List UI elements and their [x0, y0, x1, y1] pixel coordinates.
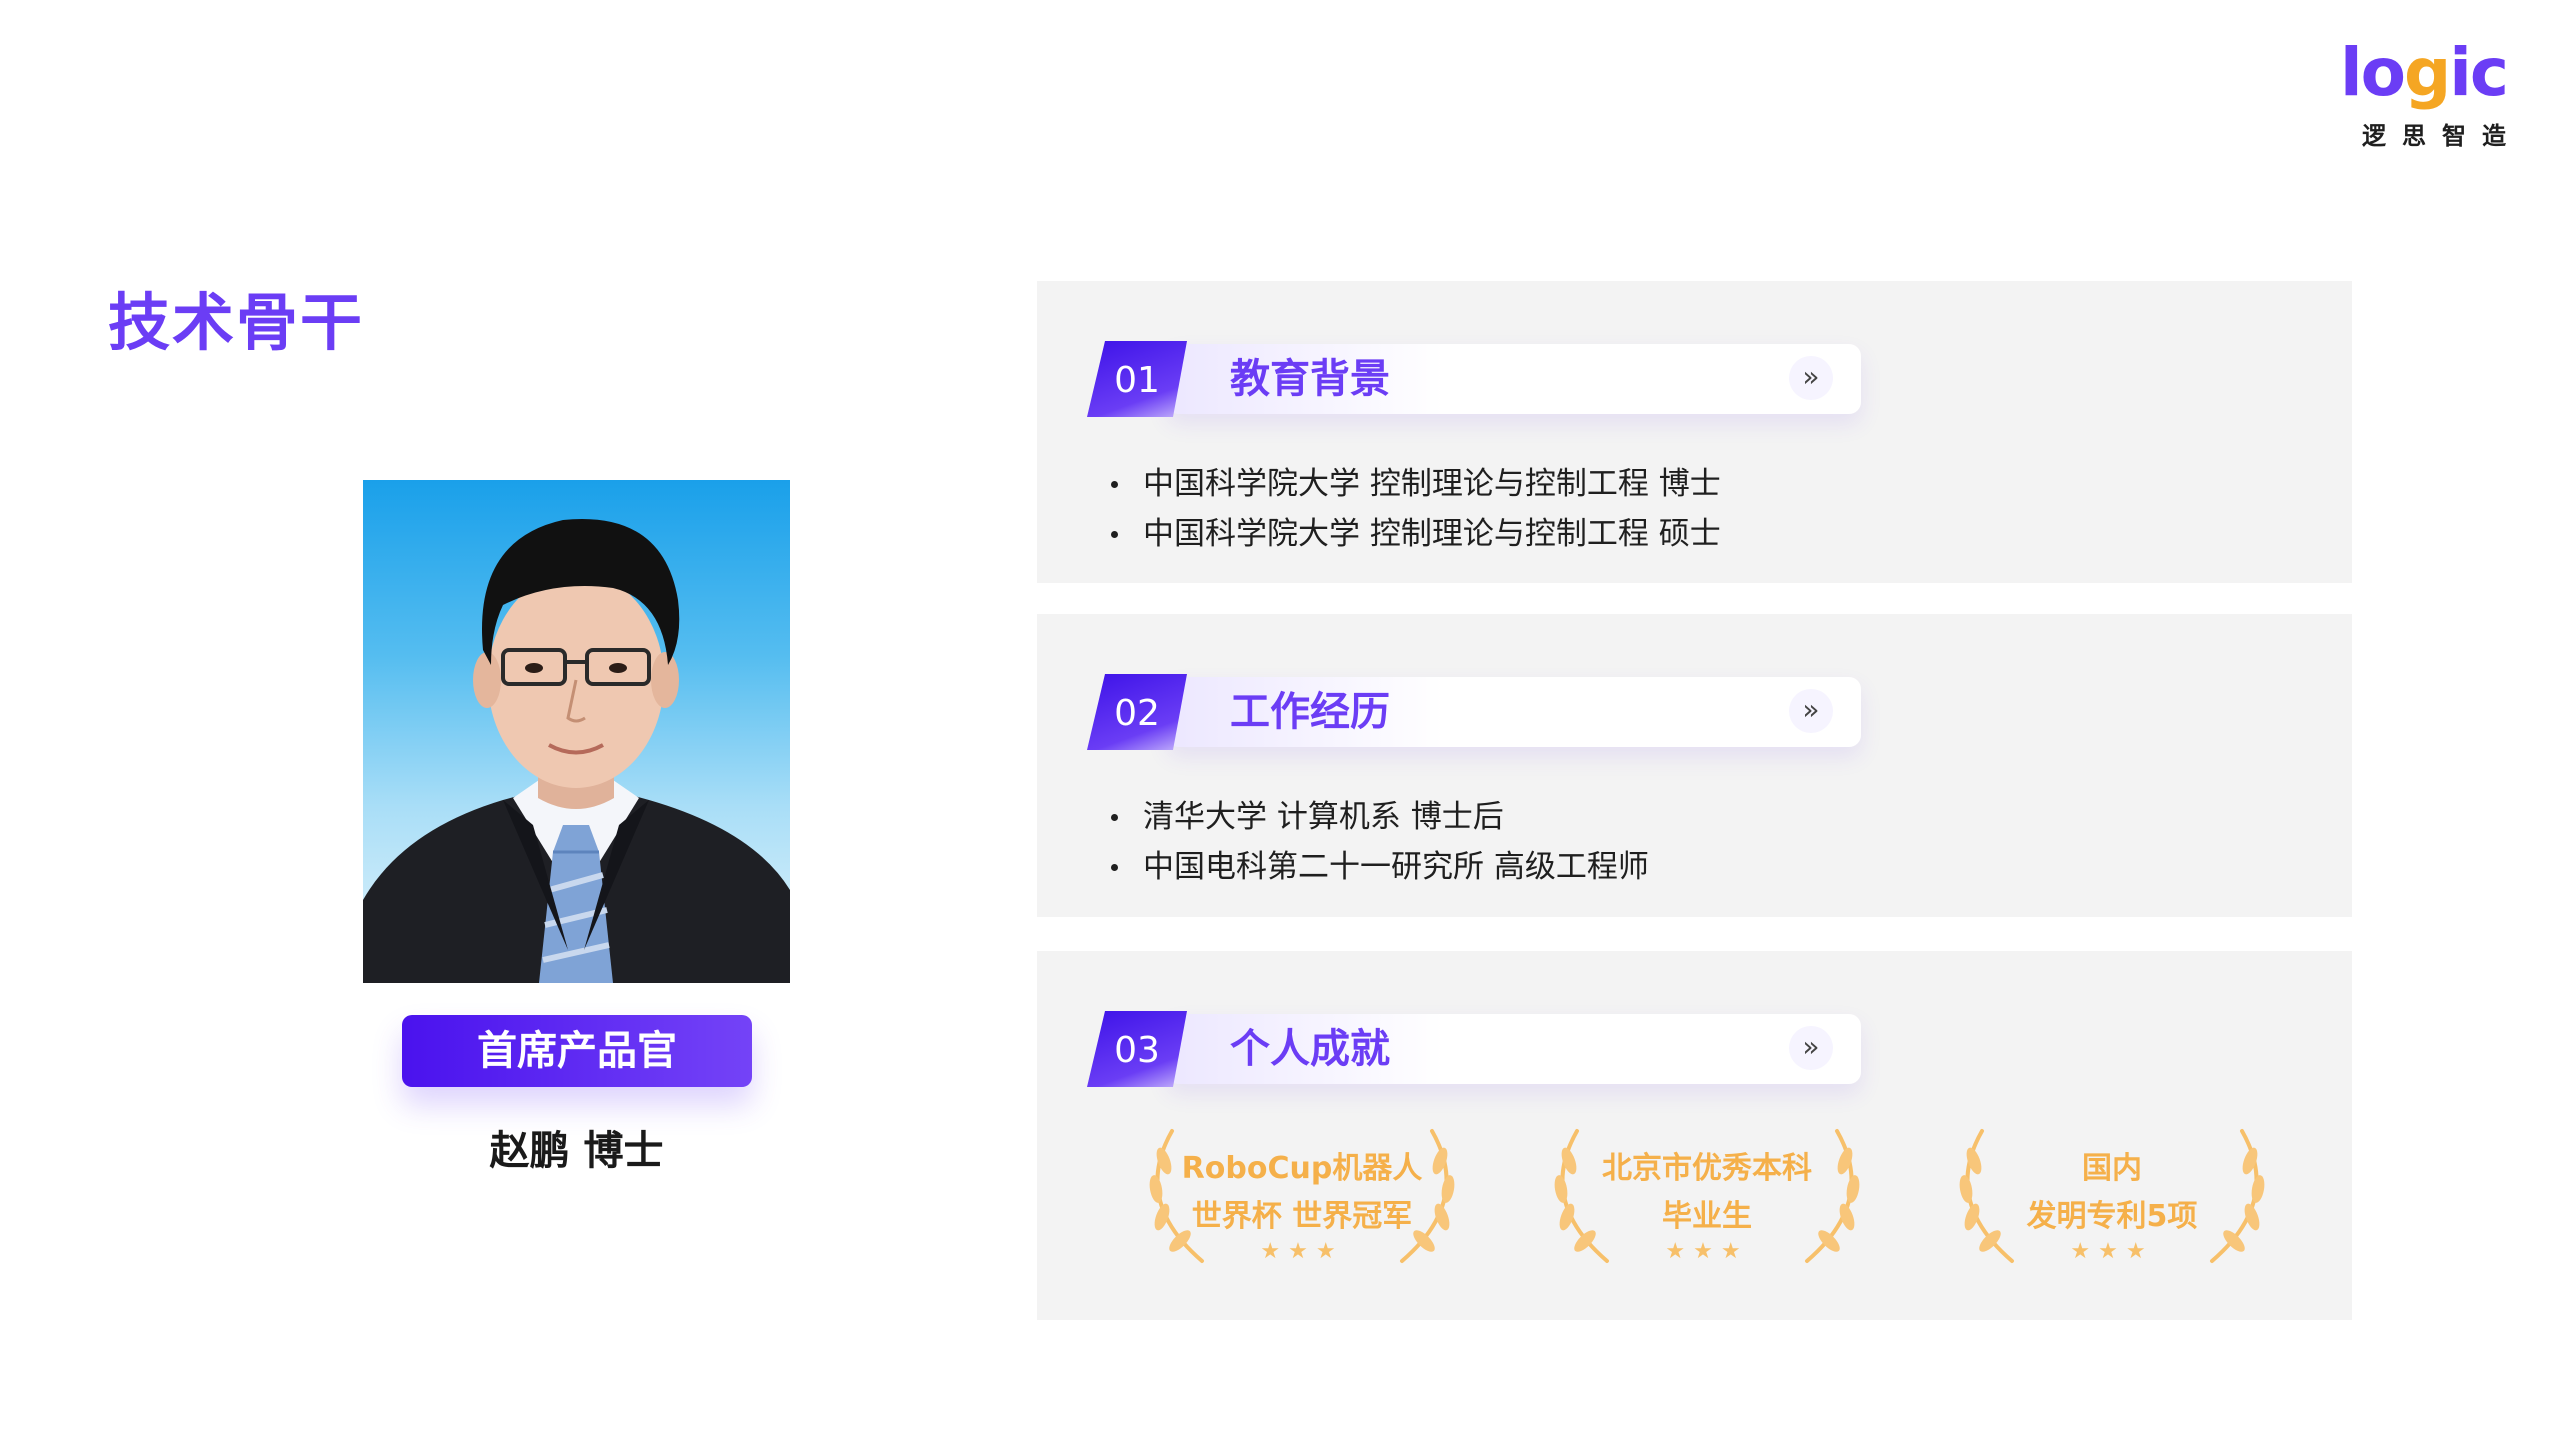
logo-word-part: lo — [2340, 34, 2406, 111]
section-title: 工作经历 — [1230, 689, 1390, 735]
award-text: RoboCup机器人 — [1181, 1151, 1423, 1186]
brand-logo: logic 逻思智造 — [2340, 40, 2530, 151]
page-title: 技术骨干 — [108, 286, 365, 359]
logo-wordmark: logic — [2340, 40, 2509, 106]
star-icon: ★★★ — [2070, 1239, 2154, 1264]
person-name: 赵鹏 博士 — [489, 1128, 664, 1174]
award-text: 国内 — [2082, 1151, 2142, 1186]
list-item: 中国科学院大学 控制理论与控制工程 硕士 — [1107, 509, 1721, 559]
award-text: 毕业生 — [1662, 1199, 1752, 1234]
section-tab-education: 01 教育背景 » — [1087, 341, 1861, 417]
award-item: 国内 发明专利5项 ★★★ — [1942, 1121, 2282, 1271]
double-chevron-right-icon: » — [1789, 689, 1833, 733]
logo-word-part: ic — [2449, 34, 2509, 111]
award-text: 世界杯 世界冠军 — [1191, 1199, 1413, 1234]
portrait-photo — [363, 480, 790, 983]
role-badge: 首席产品官 — [402, 1015, 752, 1087]
award-text: 发明专利5项 — [2026, 1199, 2198, 1234]
section-tab-achievements: 03 个人成就 » — [1087, 1011, 1861, 1087]
double-chevron-right-icon: » — [1789, 356, 1833, 400]
section-title: 教育背景 — [1230, 356, 1390, 402]
education-card: 01 教育背景 » 中国科学院大学 控制理论与控制工程 博士 中国科学院大学 控… — [1037, 281, 2352, 583]
section-number: 03 — [1087, 1011, 1187, 1087]
work-experience-card: 02 工作经历 » 清华大学 计算机系 博士后 中国电科第二十一研究所 高级工程… — [1037, 614, 2352, 917]
achievements-card: 03 个人成就 » RoboCup机器人 世界杯 世界冠军 ★★★ 北京市优秀本… — [1037, 951, 2352, 1320]
logo-word-g: g — [2403, 34, 2451, 111]
award-item: RoboCup机器人 世界杯 世界冠军 ★★★ — [1132, 1121, 1472, 1271]
double-chevron-right-icon: » — [1789, 1026, 1833, 1070]
education-list: 中国科学院大学 控制理论与控制工程 博士 中国科学院大学 控制理论与控制工程 硕… — [1107, 459, 1721, 559]
award-item: 北京市优秀本科 毕业生 ★★★ — [1537, 1121, 1877, 1271]
section-tab-work: 02 工作经历 » — [1087, 674, 1861, 750]
section-title: 个人成就 — [1230, 1026, 1390, 1072]
list-item: 清华大学 计算机系 博士后 — [1107, 792, 1649, 842]
work-list: 清华大学 计算机系 博士后 中国电科第二十一研究所 高级工程师 — [1107, 792, 1649, 892]
star-icon: ★★★ — [1260, 1239, 1344, 1264]
list-item: 中国电科第二十一研究所 高级工程师 — [1107, 842, 1649, 892]
star-icon: ★★★ — [1665, 1239, 1749, 1264]
section-number: 01 — [1087, 341, 1187, 417]
list-item: 中国科学院大学 控制理论与控制工程 博士 — [1107, 459, 1721, 509]
section-number: 02 — [1087, 674, 1187, 750]
award-text: 北京市优秀本科 — [1602, 1151, 1812, 1186]
logo-chinese-name: 逻思智造 — [2362, 122, 2522, 150]
